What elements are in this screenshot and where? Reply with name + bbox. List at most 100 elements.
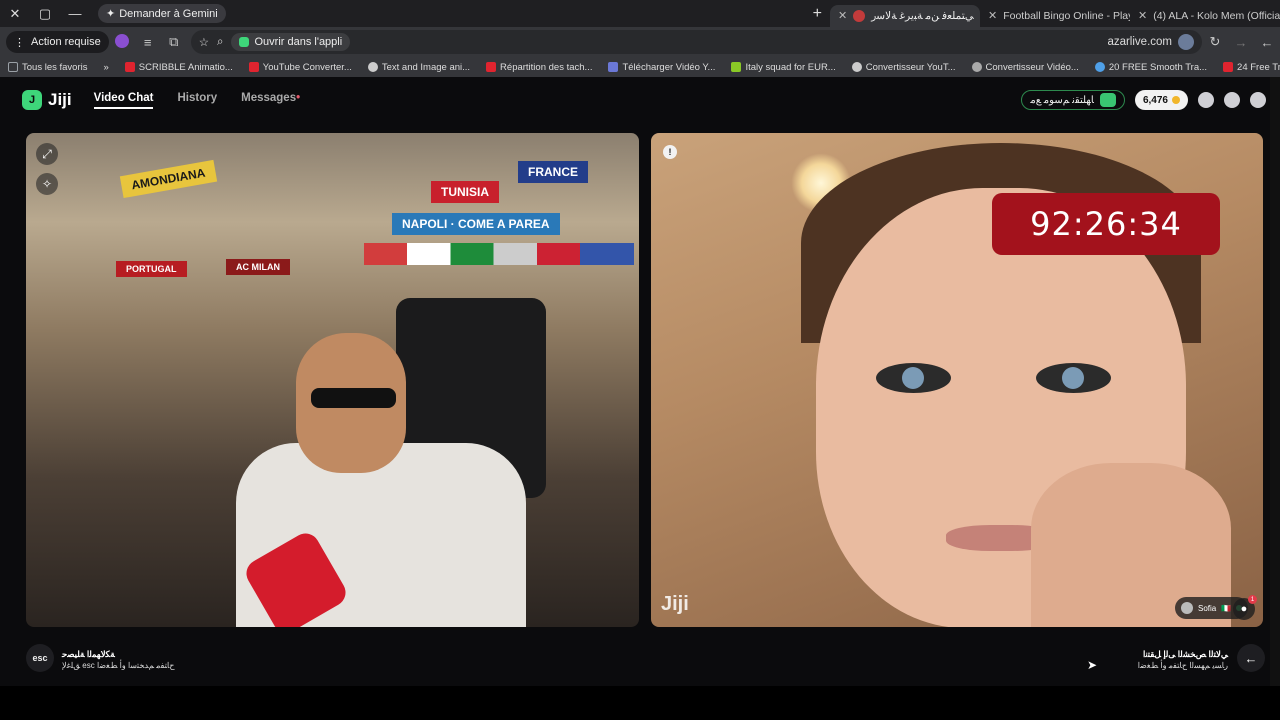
ask-gemini-button[interactable]: ✦ Demander à Gemini [98, 4, 226, 23]
main-nav: Video Chat History Messages• [93, 92, 300, 109]
maximize-window-button[interactable]: ▢ [30, 0, 60, 27]
bookmarks-overflow-button[interactable]: » [95, 62, 116, 73]
close-tab-icon[interactable]: ✕ [838, 9, 847, 22]
youtube-icon [1223, 62, 1234, 72]
bookmark-item[interactable]: Convertisseur YouT... [844, 62, 964, 73]
more-icon: ⋮ [14, 36, 25, 49]
tab-bar: ✕ ▢ — ✦ Demander à Gemini + ✕ ﻲﺘﻤﻠﻌﻓ ﻦﻣ … [0, 0, 1280, 27]
bookmark-label: Répartition des tach... [500, 61, 593, 73]
close-tab-icon[interactable]: ✕ [988, 9, 997, 22]
bookmark-item[interactable]: Text and Image ani... [360, 62, 478, 73]
tab-youtube[interactable]: ✕ (4) ALA - Kolo Mem (Official M... [1130, 5, 1280, 27]
close-window-button[interactable]: ✕ [0, 0, 30, 27]
tab-messages-label: Messages [241, 91, 297, 104]
chat-button[interactable]: ● 1 [1233, 595, 1257, 620]
gem-promo-label: ﺎﻬﻠﺘﻘﻧ ﻢﺳﻮﻣ ﻊﻣ [1030, 94, 1094, 106]
bookmark-label: 20 FREE Smooth Tra... [1108, 61, 1208, 73]
jiji-logo[interactable]: J Jiji [22, 90, 72, 110]
esc-button[interactable]: esc [26, 644, 54, 672]
globe-icon [367, 62, 378, 72]
next-hint: ﻲﻟﺎﺘﻟﺍ ﺺﺨﺸﻟﺍ ﻰﻟﺇ ﻞﻘﺘﻧﺍ ﺭﺎﺴﻳ ﻢﻬﺴﻟﺍ ﺡﺎﺘﻔﻣ … [1138, 648, 1228, 672]
flag-string [364, 243, 634, 265]
bookmark-label: Convertisseur YouT... [865, 61, 956, 73]
tab-video-chat[interactable]: Video Chat [93, 92, 154, 109]
back-icon[interactable]: ← [1254, 35, 1280, 50]
jiji-logo-icon: J [22, 90, 42, 110]
open-in-app-label: Ouvrir dans l'appli [254, 36, 343, 48]
next-hint-title: ﻲﻟﺎﺘﻟﺍ ﺺﺨﺸﻟﺍ ﻰﻟﺇ ﻞﻘﺘﻧﺍ [1142, 649, 1228, 659]
chat-bubble-icon: ● [1240, 603, 1248, 615]
doc-icon [608, 62, 619, 72]
site-url: azarlive.com [1107, 36, 1172, 48]
tab-history[interactable]: History [177, 92, 217, 109]
tab-title: (4) ALA - Kolo Mem (Official M... [1153, 9, 1280, 22]
overlay-timer: 92:26:34 [992, 193, 1220, 255]
youtube-icon [124, 62, 135, 72]
site-settings-icon[interactable] [1178, 34, 1194, 50]
bookmark-item[interactable]: Italy squad for EUR... [723, 62, 843, 73]
partner-left-eye [876, 363, 951, 393]
chat-badge: 1 [1248, 595, 1257, 604]
bookmark-star-icon[interactable]: ☆ [199, 35, 209, 49]
unread-dot-icon: • [296, 91, 301, 104]
coin-balance-button[interactable]: 6,476 [1134, 90, 1188, 110]
bookmark-item[interactable]: Convertisseur Vidéo... [964, 62, 1087, 73]
effects-wand-icon[interactable]: ✧ [36, 173, 58, 195]
filter-icon[interactable]: ≡ [135, 35, 161, 50]
bookmark-label: 24 Free Transitions f... [1237, 61, 1280, 73]
bookmark-item[interactable]: 24 Free Transitions f... [1215, 62, 1280, 73]
jiji-watermark: Jiji [661, 593, 689, 616]
extensions-icon[interactable]: ⧉ [161, 34, 187, 50]
open-in-app-button[interactable]: Ouvrir dans l'appli [231, 33, 351, 51]
address-bar[interactable]: ☆ ⌕ Ouvrir dans l'appli azarlive.com [190, 30, 1202, 54]
coin-balance: 6,476 [1142, 94, 1168, 106]
jiji-watermark-text: Jiji [661, 593, 689, 615]
tab-messages[interactable]: Messages• [241, 92, 300, 109]
bookmark-label: YouTube Converter... [262, 61, 352, 73]
minimize-window-button[interactable]: — [60, 0, 90, 27]
profile-avatar-icon[interactable] [1250, 92, 1266, 108]
close-tab-icon[interactable]: ✕ [1138, 9, 1147, 22]
profile-icon[interactable] [109, 33, 135, 51]
room-banner: FRANCE [518, 161, 588, 183]
new-tab-button[interactable]: + [813, 5, 822, 23]
bookmark-item[interactable]: 20 FREE Smooth Tra... [1087, 62, 1215, 73]
all-bookmarks[interactable]: Tous les favoris [0, 62, 95, 73]
fullscreen-icon[interactable]: ⤢ [36, 143, 58, 165]
jiji-app-icon [239, 37, 250, 47]
bookmark-item[interactable]: Répartition des tach... [478, 62, 600, 73]
action-required-button[interactable]: ⋮ Action requise [6, 31, 109, 53]
forward-icon[interactable]: → [1228, 35, 1254, 50]
action-required-label: Action requise [31, 36, 101, 48]
partner-right-eye [1036, 363, 1111, 393]
notification-bell-icon[interactable] [1224, 92, 1240, 108]
bookmark-item[interactable]: Télécharger Vidéo Y... [600, 62, 723, 73]
bookmark-item[interactable]: YouTube Converter... [241, 62, 360, 73]
bottom-bar [0, 686, 1280, 720]
page-scrollbar[interactable] [1270, 77, 1280, 687]
gem-promo-button[interactable]: ﺎﻬﻠﺘﻘﻧ ﻢﺳﻮﻣ ﻊﻣ [1021, 90, 1125, 110]
partner-avatar-icon [1181, 602, 1193, 614]
tab-current[interactable]: ✕ ﻲﺘﻤﻠﻌﻓ ﻦﻣ ﺔﺒﻳﺮﻏ ﺔﻟﺎﺳﺭ [830, 4, 980, 27]
esc-hint: ﺔﻜﻟﺎﻬﻤﻟﺍ ﺔﻠﻴﺼﺣ ﻖﻠﻏﻹ esc ﺡﺎﺘﻔﻣ ﻢﺪﺨﺘﺳﺍ ﻭﺃ … [62, 648, 175, 672]
next-person-button[interactable]: ← [1237, 644, 1265, 672]
settings-icon[interactable] [1198, 92, 1214, 108]
tab-favicon-icon [853, 9, 866, 22]
bookmark-item[interactable]: SCRIBBLE Animatio... [117, 62, 241, 73]
tab-title: ﻲﺘﻤﻠﻌﻓ ﻦﻣ ﺔﺒﻳﺮﻏ ﺔﻟﺎﺳﺭ [871, 9, 974, 22]
bookmark-label: Convertisseur Vidéo... [985, 61, 1079, 73]
globe-icon [1094, 62, 1105, 72]
header-actions: ﺎﻬﻠﺘﻘﻧ ﻢﺳﻮﻣ ﻊﻣ 6,476 [1021, 90, 1266, 110]
room-banner: PORTUGAL [116, 261, 187, 277]
partner-video-pane: ! 92:26:34 Jiji Sofia 🇮🇹 ● 1 [651, 133, 1263, 627]
tab-title: Football Bingo Online - Play N... [1003, 9, 1130, 22]
download-icon [731, 62, 742, 72]
tab-football-bingo[interactable]: ✕ Football Bingo Online - Play N... [980, 5, 1130, 27]
site-info[interactable]: azarlive.com [1107, 34, 1194, 50]
bookmarks-bar: Tous les favoris » SCRIBBLE Animatio... … [0, 57, 1280, 77]
zoom-icon[interactable]: ⌕ [217, 36, 223, 49]
next-hint-text: ﺭﺎﺴﻳ ﻢﻬﺴﻟﺍ ﺡﺎﺘﻔﻣ ﻭﺃ ﻂﻐﺿﺍ [1137, 661, 1228, 670]
reload-icon[interactable]: ↻ [1202, 34, 1228, 50]
bookmark-label: Tous les favoris [22, 61, 88, 73]
report-icon[interactable]: ! [663, 145, 677, 159]
